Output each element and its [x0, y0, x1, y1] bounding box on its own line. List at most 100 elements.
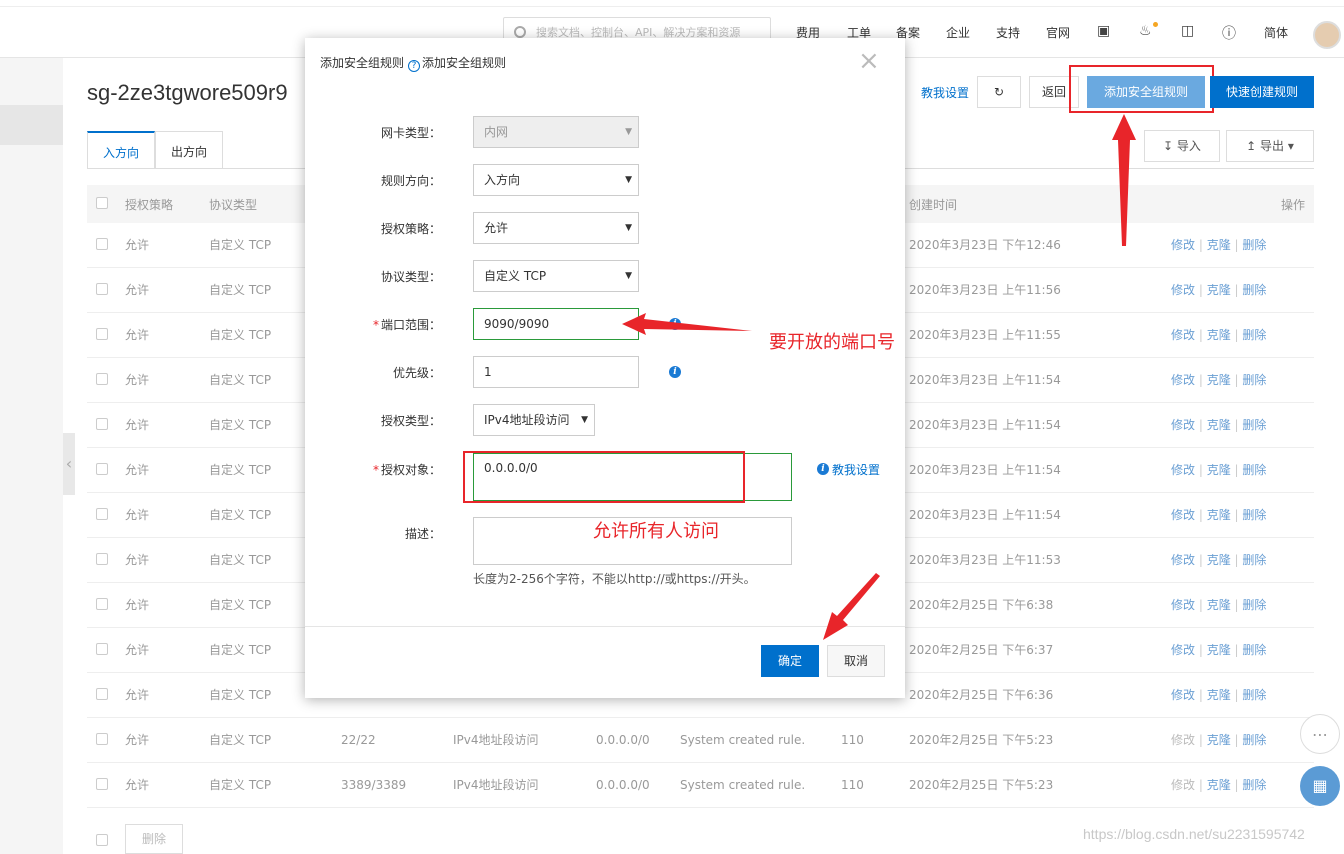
row-checkbox[interactable] — [96, 238, 108, 250]
language-switch[interactable]: 简体 — [1264, 24, 1288, 41]
action-separator: | — [1230, 643, 1243, 657]
delete-link[interactable]: 删除 — [1242, 643, 1266, 657]
clone-link[interactable]: 克隆 — [1207, 373, 1231, 387]
row-checkbox[interactable] — [96, 733, 108, 745]
help-icon[interactable]: ⓘ — [1222, 23, 1236, 43]
edit-link[interactable]: 修改 — [1171, 463, 1195, 477]
auth-object-help-link[interactable]: 教我设置 — [832, 461, 880, 478]
policy-select[interactable]: 允许 ▼ — [473, 212, 639, 244]
row-actions: 修改 | 克隆 | 删除 — [1171, 628, 1266, 673]
dialog-help-link[interactable]: 添加安全组规则 — [422, 56, 506, 70]
refresh-button[interactable]: ↻ — [977, 76, 1021, 108]
cancel-button[interactable]: 取消 — [827, 645, 885, 677]
delete-link[interactable]: 删除 — [1242, 328, 1266, 342]
tab-outbound[interactable]: 出方向 — [155, 131, 223, 169]
edit-link[interactable]: 修改 — [1171, 553, 1195, 567]
clone-link[interactable]: 克隆 — [1207, 508, 1231, 522]
export-button[interactable]: ↥ 导出 ▾ — [1226, 130, 1314, 162]
delete-link[interactable]: 删除 — [1242, 733, 1266, 747]
sidebar-selected-item[interactable] — [0, 105, 63, 145]
tab-inbound[interactable]: 入方向 — [87, 131, 155, 169]
row-checkbox[interactable] — [96, 643, 108, 655]
nav-support[interactable]: 支持 — [996, 24, 1020, 41]
row-checkbox[interactable] — [96, 283, 108, 295]
help-link[interactable]: 教我设置 — [921, 84, 969, 101]
direction-select[interactable]: 入方向 ▼ — [473, 164, 639, 196]
delete-link[interactable]: 删除 — [1242, 283, 1266, 297]
row-checkbox[interactable] — [96, 328, 108, 340]
delete-link[interactable]: 删除 — [1242, 463, 1266, 477]
row-checkbox[interactable] — [96, 688, 108, 700]
clone-link[interactable]: 克隆 — [1207, 733, 1231, 747]
info-icon[interactable]: i — [669, 318, 681, 330]
edit-link[interactable]: 修改 — [1171, 238, 1195, 252]
edit-link[interactable]: 修改 — [1171, 328, 1195, 342]
row-checkbox[interactable] — [96, 553, 108, 565]
port-range-input[interactable]: 9090/9090 — [473, 308, 639, 340]
delete-link[interactable]: 删除 — [1242, 238, 1266, 252]
question-icon[interactable]: ? — [408, 60, 421, 72]
cell-protocol: 自定义 TCP — [209, 643, 272, 657]
avatar[interactable] — [1313, 21, 1341, 49]
action-separator: | — [1195, 238, 1207, 252]
priority-input[interactable]: 1 — [473, 356, 639, 388]
clone-link[interactable]: 克隆 — [1207, 418, 1231, 432]
footer-select-checkbox[interactable] — [96, 834, 108, 846]
cell-protocol: 自定义 TCP — [209, 733, 272, 747]
delete-link[interactable]: 删除 — [1242, 418, 1266, 432]
row-actions: 修改 | 克隆 | 删除 — [1171, 718, 1266, 763]
close-icon[interactable]: × — [858, 48, 880, 74]
protocol-value: 自定义 TCP — [484, 269, 547, 283]
row-checkbox[interactable] — [96, 508, 108, 520]
priority-value: 1 — [484, 365, 492, 379]
cell-created: 2020年3月23日 上午11:53 — [909, 553, 1061, 567]
edit-link[interactable]: 修改 — [1171, 688, 1195, 702]
delete-link[interactable]: 删除 — [1242, 598, 1266, 612]
edit-link[interactable]: 修改 — [1171, 598, 1195, 612]
chevron-down-icon: ▼ — [625, 175, 632, 185]
clone-link[interactable]: 克隆 — [1207, 328, 1231, 342]
edit-link[interactable]: 修改 — [1171, 283, 1195, 297]
row-actions: 修改 | 克隆 | 删除 — [1171, 763, 1266, 808]
auth-type-select[interactable]: IPv4地址段访问 ▼ — [473, 404, 595, 436]
edit-link[interactable]: 修改 — [1171, 508, 1195, 522]
row-checkbox[interactable] — [96, 373, 108, 385]
clone-link[interactable]: 克隆 — [1207, 598, 1231, 612]
cart-icon[interactable]: ◫ — [1181, 23, 1194, 39]
edit-link[interactable]: 修改 — [1171, 643, 1195, 657]
chat-icon[interactable]: ⋯ — [1300, 714, 1340, 754]
apps-icon[interactable]: ▦ — [1300, 766, 1340, 806]
clone-link[interactable]: 克隆 — [1207, 283, 1231, 297]
clone-link[interactable]: 克隆 — [1207, 643, 1231, 657]
select-all-checkbox[interactable] — [96, 197, 108, 209]
action-separator: | — [1195, 373, 1207, 387]
row-checkbox[interactable] — [96, 778, 108, 790]
sidebar-collapse-handle[interactable]: ‹ — [63, 433, 75, 495]
clone-link[interactable]: 克隆 — [1207, 778, 1231, 792]
protocol-select[interactable]: 自定义 TCP ▼ — [473, 260, 639, 292]
delete-link[interactable]: 删除 — [1242, 508, 1266, 522]
nav-enterprise[interactable]: 企业 — [946, 24, 970, 41]
row-checkbox[interactable] — [96, 463, 108, 475]
info-icon[interactable]: i — [669, 366, 681, 378]
nav-official-site[interactable]: 官网 — [1046, 24, 1070, 41]
clone-link[interactable]: 克隆 — [1207, 688, 1231, 702]
clone-link[interactable]: 克隆 — [1207, 553, 1231, 567]
clone-link[interactable]: 克隆 — [1207, 238, 1231, 252]
row-checkbox[interactable] — [96, 598, 108, 610]
row-checkbox[interactable] — [96, 418, 108, 430]
delete-link[interactable]: 删除 — [1242, 553, 1266, 567]
edit-link[interactable]: 修改 — [1171, 373, 1195, 387]
bell-icon[interactable]: ♨ — [1139, 23, 1152, 39]
ok-button[interactable]: 确定 — [761, 645, 819, 677]
batch-delete-button[interactable]: 删除 — [125, 824, 183, 854]
terminal-icon[interactable]: ▣ — [1097, 23, 1110, 39]
clone-link[interactable]: 克隆 — [1207, 463, 1231, 477]
delete-link[interactable]: 删除 — [1242, 373, 1266, 387]
delete-link[interactable]: 删除 — [1242, 778, 1266, 792]
import-button[interactable]: ↧ 导入 — [1144, 130, 1220, 162]
quick-create-button[interactable]: 快速创建规则 — [1210, 76, 1314, 108]
cell-policy: 允许 — [125, 508, 150, 522]
delete-link[interactable]: 删除 — [1242, 688, 1266, 702]
edit-link[interactable]: 修改 — [1171, 418, 1195, 432]
